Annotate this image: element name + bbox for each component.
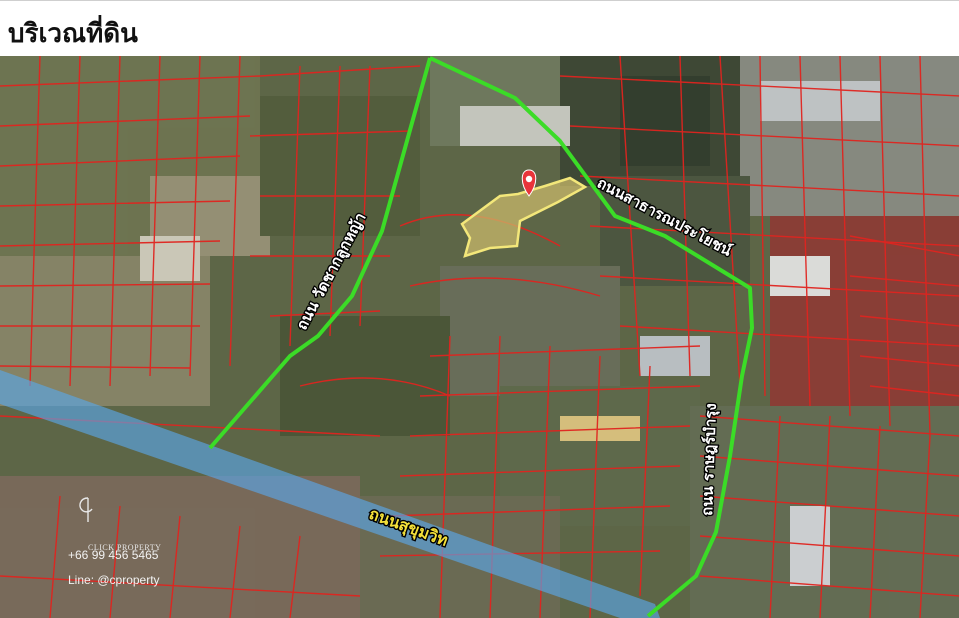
satellite-map[interactable]: ถนน วัดชากลูกหญ้า ถนนสาธารณประโยชน์ ถนน … — [0, 56, 959, 618]
title-bar: บริเวณที่ดิน — [0, 0, 959, 56]
contact-phone: +66 99 456 5465 — [68, 548, 159, 562]
page-title: บริเวณที่ดิน — [8, 19, 138, 49]
map-canvas: ถนน วัดชากลูกหญ้า ถนนสาธารณประโยชน์ ถนน … — [0, 56, 959, 618]
contact-line: Line: @cproperty — [68, 573, 160, 587]
